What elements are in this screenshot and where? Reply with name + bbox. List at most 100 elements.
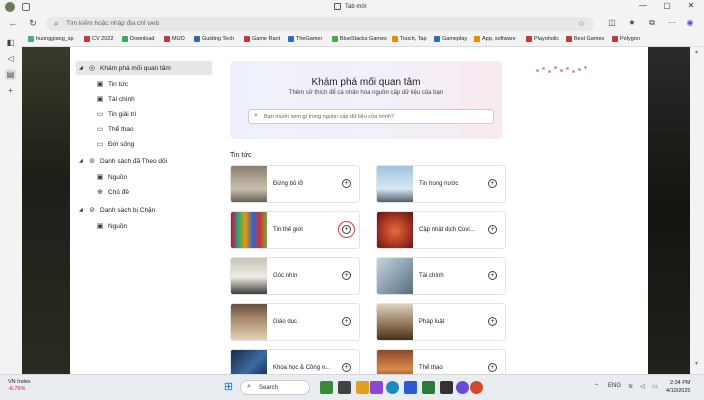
system-clock[interactable]: 2:34 PM 4/10/2025 [666,379,690,395]
compass-icon: ◎ [88,65,96,72]
viber-app-icon[interactable] [456,381,469,394]
topic-card[interactable]: Cập nhật dịch Covi... + [376,211,506,249]
back-arrow-icon[interactable]: ← [7,18,19,29]
collapse-caret-icon[interactable]: ◢ [79,158,84,164]
scroll-up-icon[interactable]: ▲ [694,49,699,55]
sidebar-item-news[interactable]: ▣ Tin tức [96,80,128,89]
excel-app-icon[interactable] [422,381,435,394]
collections-icon[interactable]: ⧉ [646,17,658,29]
search-icon: ⌕ [54,19,59,28]
scroll-down-icon[interactable]: ▼ [694,361,699,367]
topic-card[interactable]: Đừng bỏ lỡ + [230,165,360,203]
add-topic-icon[interactable]: + [338,221,355,238]
battery-icon[interactable]: ▭ [652,383,658,390]
add-topic-icon[interactable]: + [488,179,497,188]
topic-card[interactable]: Pháp luật + [376,303,506,341]
sidebar-item-sports[interactable]: ▭ Thể thao [96,125,134,134]
widget-app-icon[interactable] [320,381,333,394]
taskbar-search[interactable]: ⌕ Search [240,380,310,395]
add-topic-icon[interactable]: + [342,179,351,188]
sidebar-panel-icon[interactable]: ▤ [5,69,16,80]
search-icon: ⌕ [254,112,258,119]
bookmark-item[interactable]: huonggiang_sp [28,36,74,42]
tab-actions-icon[interactable] [22,3,30,11]
bookmark-item[interactable]: Touch, Tap [392,36,427,42]
refresh-icon[interactable]: ↻ [27,18,39,29]
add-topic-icon[interactable]: + [488,271,497,280]
topic-label: Thể thao [419,365,443,371]
chrome-app-icon[interactable] [470,381,483,394]
bookmark-item[interactable]: Gameplay [434,36,467,42]
tabs-icon[interactable]: ◧ [5,37,16,48]
file-explorer-icon[interactable] [356,381,369,394]
more-menu-icon[interactable]: ⋯ [666,17,678,29]
bookmark-item[interactable]: Playoholic [526,36,559,42]
copilot-icon[interactable]: ◉ [684,17,696,29]
bookmark-item[interactable]: Polygon [612,36,640,42]
language-indicator[interactable]: ENG [608,383,621,389]
bookmark-item[interactable]: TheGamer [288,36,322,42]
collapse-caret-icon[interactable]: ◢ [79,207,84,213]
bookmark-item[interactable]: Download [122,36,154,42]
topic-label: Đừng bỏ lỡ [273,181,304,187]
add-icon[interactable]: + [5,85,16,96]
minimize-icon[interactable]: — [636,1,650,10]
bookmark-item[interactable]: CV 2022 [84,36,113,42]
add-topic-icon[interactable]: + [342,363,351,372]
bookmark-item[interactable]: App, software [474,36,516,42]
bookmark-item[interactable]: Guiding Tech [194,36,234,42]
topic-card[interactable]: Tin trong nước + [376,165,506,203]
copilot-app-icon[interactable] [370,381,383,394]
add-topic-icon[interactable]: + [488,225,497,234]
bookmark-item[interactable]: Game Rant [244,36,280,42]
topic-card[interactable]: Tài chính + [376,257,506,295]
bookmark-favicon-icon [244,36,250,42]
interest-search-input[interactable]: ⌕ Bạn muốn xem gì trong nguồn cấp dữ liệ… [248,109,494,124]
topic-label: Góc nhìn [273,273,298,279]
collapse-caret-icon[interactable]: ◢ [79,65,84,71]
close-icon[interactable]: ✕ [684,1,698,10]
topic-label: Pháp luật [419,319,445,325]
sidebar-item-entertainment[interactable]: ▭ Tin giải trí [96,110,137,119]
sidebar-group-blocked[interactable]: ◢ ⊘ Danh sách bị Chặn [79,206,155,215]
stock-widget[interactable]: VN Index -6.76% [8,379,31,393]
windows-start-icon[interactable]: ⊞ [222,381,235,394]
add-topic-icon[interactable]: + [488,317,497,326]
sidebar-item-lifestyle[interactable]: ▭ Đời sống [96,140,135,149]
bookmark-favicon-icon [164,36,170,42]
bookmark-item[interactable]: Best Games [566,36,604,42]
terminal-app-icon[interactable] [440,381,453,394]
sidebar-item-finance[interactable]: ▣ Tài chính [96,95,135,104]
address-input[interactable]: ⌕ Tìm kiếm hoặc nhập địa chỉ web ☆ [46,17,594,31]
wifi-icon[interactable]: ≋ [628,383,633,390]
sidebar-item-topics[interactable]: ⊕ Chủ đề [96,188,129,197]
topic-thumbnail [377,212,413,248]
task-view-icon[interactable] [338,381,351,394]
bookmark-item[interactable]: MUO [164,36,185,42]
speaker-icon[interactable]: ◁ [5,53,16,64]
favorite-star-icon[interactable]: ☆ [578,19,585,28]
topic-card[interactable]: Tin thế giới + [230,211,360,249]
bookmark-item[interactable]: BlueStacks Games [332,36,387,42]
profile-avatar[interactable] [5,2,15,12]
bookmark-favicon-icon [612,36,618,42]
tray-overflow-icon[interactable]: ⌃ [594,383,599,390]
topic-card[interactable]: Góc nhìn + [230,257,360,295]
volume-icon[interactable]: ◁ [640,383,645,390]
scrollbar[interactable]: ▲ ▼ [690,47,704,374]
edge-browser-icon[interactable] [386,381,399,394]
add-topic-icon[interactable]: + [488,363,497,372]
split-screen-icon[interactable]: ◫ [606,17,618,29]
sidebar-item-blocked-sources[interactable]: ▣ Nguồn [96,222,127,231]
sidebar-group-following[interactable]: ◢ ⊘ Danh sách đã Theo dõi [79,157,167,166]
topic-card[interactable]: Giáo dục + [230,303,360,341]
search-placeholder: Bạn muốn xem gì trong nguồn cấp dữ liệu … [264,114,394,120]
add-topic-icon[interactable]: + [342,317,351,326]
add-topic-icon[interactable]: + [342,271,351,280]
sidebar-group-discover[interactable]: ◢ ◎ Khám phá mối quan tâm [76,61,212,75]
sidebar-item-sources[interactable]: ▣ Nguồn [96,173,127,182]
favorites-icon[interactable]: ★ [626,17,638,29]
tab-new-tab[interactable]: Tab mới [334,3,367,10]
word-app-icon[interactable] [404,381,417,394]
maximize-icon[interactable]: ▢ [660,1,674,10]
